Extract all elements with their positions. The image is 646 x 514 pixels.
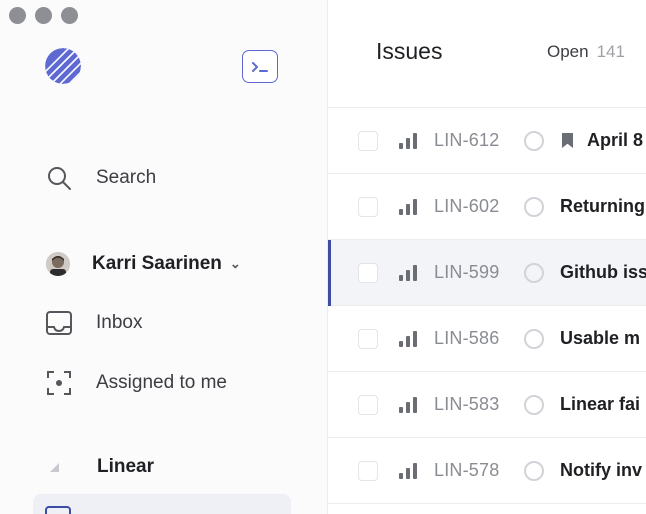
sidebar-item-search[interactable]: Search [44, 163, 156, 193]
user-name: Karri Saarinen [92, 253, 222, 274]
priority-icon[interactable] [399, 198, 417, 215]
sidebar-item-label: Search [96, 167, 157, 188]
issue-title: Returning [560, 196, 645, 216]
user-menu[interactable]: Karri Saarinen ⌄ [46, 252, 241, 276]
team-label: Linear [97, 456, 155, 477]
table-row[interactable]: LIN-578 Notify inv [328, 438, 646, 504]
table-row[interactable]: LIN-612 April 8 [328, 108, 646, 174]
avatar [46, 252, 70, 276]
assigned-target-icon [44, 368, 74, 398]
row-checkbox[interactable] [358, 328, 378, 349]
sidebar-item-inbox[interactable]: Inbox [44, 308, 142, 338]
page-title: Issues [376, 38, 443, 64]
row-checkbox[interactable] [358, 196, 378, 217]
sidebar-item-label: Inbox [96, 312, 143, 333]
table-row[interactable]: LIN-602 Returning [328, 174, 646, 240]
sidebar: Search Karri Saarinen ⌄ Inbox Assigned t… [0, 0, 328, 514]
issue-title: April 8 [587, 130, 644, 150]
priority-icon[interactable] [399, 330, 417, 347]
issue-title: Linear fai [560, 394, 641, 414]
window-controls [9, 7, 78, 24]
issues-icon [45, 506, 71, 514]
terminal-icon [252, 61, 268, 72]
sidebar-item-label: Assigned to me [96, 372, 227, 393]
issue-title: Usable m [560, 328, 641, 348]
table-row[interactable]: LIN-599 Github iss [328, 240, 646, 306]
issue-identifier: LIN-586 [434, 328, 500, 348]
priority-icon[interactable] [399, 396, 417, 413]
table-row[interactable]: LIN-586 Usable m [328, 306, 646, 372]
chevron-down-icon: ⌄ [229, 256, 241, 271]
minimize-window-button[interactable] [35, 7, 52, 24]
issue-title: Notify inv [560, 460, 643, 480]
tab-count: 141 [596, 42, 625, 61]
status-circle-icon[interactable] [524, 262, 544, 283]
maximize-window-button[interactable] [61, 7, 78, 24]
team-linear[interactable]: Linear [50, 456, 154, 478]
issue-identifier: LIN-578 [434, 460, 500, 480]
issue-identifier: LIN-599 [434, 262, 500, 282]
linear-logo-icon[interactable] [45, 48, 81, 84]
bookmark-icon [562, 133, 573, 148]
priority-icon[interactable] [399, 462, 417, 479]
issue-title: Github iss [560, 262, 646, 282]
issue-identifier: LIN-583 [434, 394, 500, 414]
issue-identifier: LIN-612 [434, 130, 500, 150]
sidebar-item-assigned[interactable]: Assigned to me [44, 368, 227, 398]
row-checkbox[interactable] [358, 130, 378, 151]
status-circle-icon[interactable] [524, 394, 544, 415]
row-checkbox[interactable] [358, 460, 378, 481]
issue-identifier: LIN-602 [434, 196, 500, 216]
status-circle-icon[interactable] [524, 460, 544, 481]
priority-icon[interactable] [399, 264, 417, 281]
row-checkbox[interactable] [358, 394, 378, 415]
tab-open[interactable]: Open 141 [547, 42, 625, 62]
table-row[interactable]: LIN-583 Linear fai [328, 372, 646, 438]
main-content: Issues Open 141 LIN-612 April 8 LIN-602 Retu… [328, 0, 646, 514]
sidebar-item-issues-active[interactable] [33, 494, 291, 514]
issues-header: Issues Open 141 [328, 0, 646, 108]
tab-label: Open [547, 42, 589, 61]
inbox-icon [44, 308, 74, 338]
command-menu-button[interactable] [242, 50, 278, 83]
close-window-button[interactable] [9, 7, 26, 24]
row-checkbox[interactable] [358, 262, 378, 283]
status-circle-icon[interactable] [524, 196, 544, 217]
search-icon [44, 163, 74, 193]
status-circle-icon[interactable] [524, 130, 544, 151]
priority-icon[interactable] [399, 132, 417, 149]
disclosure-triangle-icon[interactable] [50, 462, 59, 472]
status-circle-icon[interactable] [524, 328, 544, 349]
